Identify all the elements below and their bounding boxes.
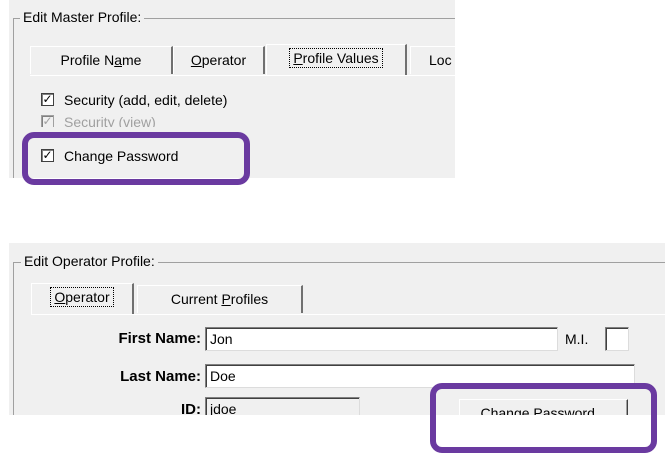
last-name-label: Last Name: <box>120 368 201 385</box>
tab-current-profiles-label: Current Profiles <box>170 291 269 307</box>
check-mark-icon: ✓ <box>42 148 53 162</box>
change-password-button[interactable]: Change Password... <box>459 399 628 415</box>
tab-profile-values[interactable]: Profile Values <box>266 44 407 75</box>
checkbox-security-edit[interactable]: ✓ <box>41 93 54 106</box>
middle-initial-field[interactable] <box>605 327 629 351</box>
id-label: ID: <box>181 401 201 415</box>
checkbox-security-view-label: Security (view) <box>64 114 156 127</box>
last-name-field[interactable]: Doe <box>205 364 635 388</box>
middle-initial-label: M.I. <box>565 331 589 347</box>
tab-strip-baseline <box>31 314 665 315</box>
tab-profile-values-label: Profile Values <box>289 48 383 68</box>
tab-current-profiles[interactable]: Current Profiles <box>137 285 303 313</box>
master-profile-panel: Edit Master Profile: Profile Name Operat… <box>9 0 455 178</box>
tab-strip-baseline <box>30 75 455 76</box>
checkbox-row-change-password[interactable]: ✓ Change Password <box>41 147 341 165</box>
tab-operator-label: Operator <box>190 52 247 68</box>
tab-operator[interactable]: Operator <box>173 46 265 74</box>
tab-loc[interactable]: Loc <box>410 46 455 74</box>
id-field: jdoe <box>205 397 360 415</box>
first-name-field[interactable]: Jon <box>205 327 558 351</box>
checkbox-row-security-edit[interactable]: ✓ Security (add, edit, delete) <box>41 91 341 109</box>
operator-profile-legend: Edit Operator Profile: <box>21 253 158 269</box>
tab-operator-profile[interactable]: Operator <box>31 283 134 314</box>
checkbox-change-password[interactable]: ✓ <box>41 149 54 162</box>
operator-profile-panel: Edit Operator Profile: Operator Current … <box>9 243 665 415</box>
first-name-label: First Name: <box>118 330 201 347</box>
checkbox-row-security-view: ✓ Security (view) <box>41 113 341 127</box>
tab-profile-name-label: Profile Name <box>60 52 142 68</box>
check-mark-icon: ✓ <box>42 92 53 106</box>
checkbox-change-password-label: Change Password <box>64 148 179 164</box>
tab-loc-label: Loc <box>429 52 452 68</box>
checkbox-security-edit-label: Security (add, edit, delete) <box>64 92 228 108</box>
master-profile-legend: Edit Master Profile: <box>20 9 145 25</box>
tab-profile-name[interactable]: Profile Name <box>30 46 173 74</box>
checkbox-security-view: ✓ <box>41 115 54 127</box>
tab-operator-profile-label: Operator <box>50 287 114 307</box>
operator-profile-tab-strip: Operator Current Profiles <box>31 283 665 315</box>
master-profile-tab-strip: Profile Name Operator Profile Values Loc <box>30 44 455 76</box>
check-mark-icon: ✓ <box>42 114 53 127</box>
